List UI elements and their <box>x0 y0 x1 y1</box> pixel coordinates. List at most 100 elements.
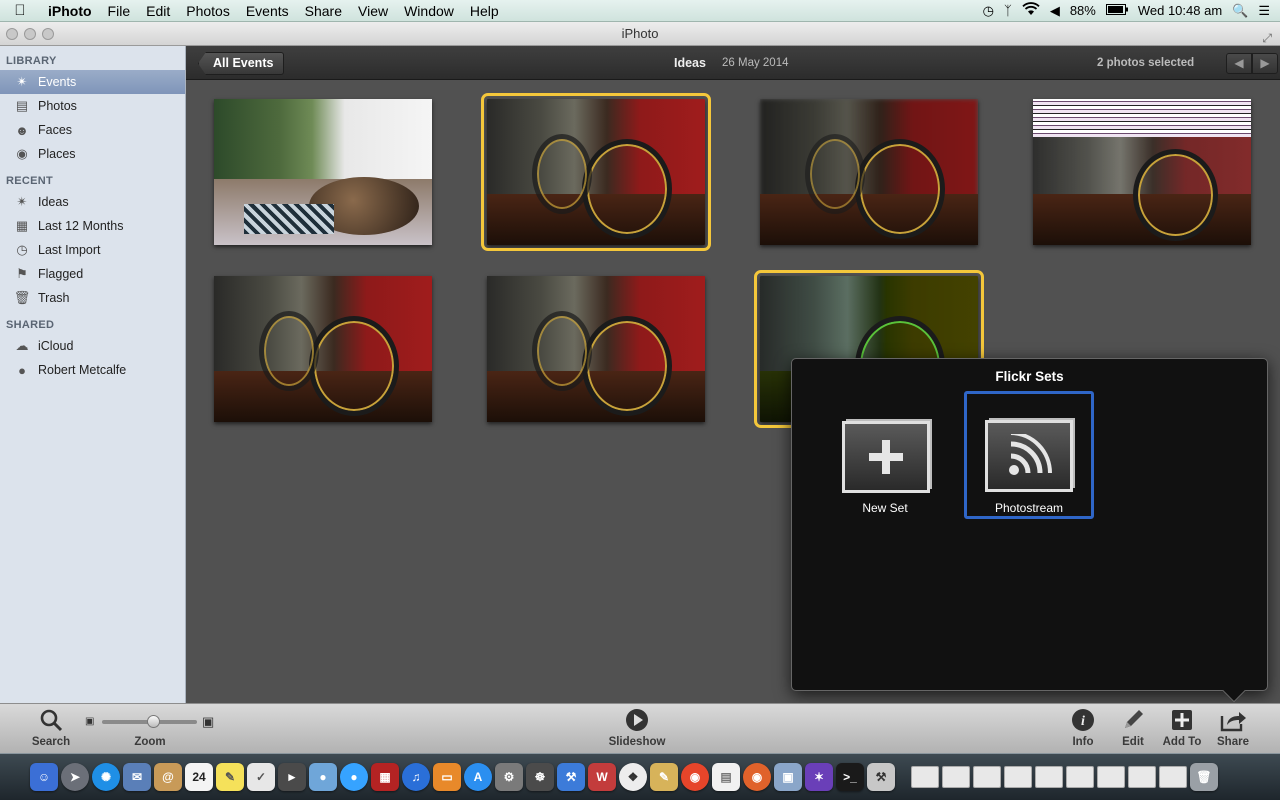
time-machine-icon[interactable]: ◷ <box>983 3 994 19</box>
sidebar-item-last-12-months[interactable]: ▦ Last 12 Months <box>0 214 185 238</box>
photo-thumbnail[interactable] <box>214 99 432 245</box>
menu-share[interactable]: Share <box>297 3 350 19</box>
rss-feed-icon <box>985 420 1073 492</box>
clock[interactable]: Wed 10:48 am <box>1138 3 1222 18</box>
photo-thumbnail[interactable] <box>1033 99 1251 245</box>
app-store-icon[interactable]: A <box>464 763 492 791</box>
facetime-icon[interactable]: ► <box>278 763 306 791</box>
graphics-app-icon[interactable]: ✎ <box>650 763 678 791</box>
mail-icon[interactable]: ✉ <box>123 763 151 791</box>
calendar-app-icon[interactable]: 24 <box>185 763 213 791</box>
menu-app-name[interactable]: iPhoto <box>40 3 100 19</box>
sidebar-item-label: Robert Metcalfe <box>38 363 127 377</box>
preview-icon[interactable]: ▣ <box>774 763 802 791</box>
slideshow-button[interactable]: Slideshow <box>600 708 674 748</box>
next-event-button[interactable]: ▶ <box>1252 53 1278 74</box>
info-button[interactable]: i Info <box>1064 708 1102 748</box>
sidebar-item-ideas[interactable]: ✴ Ideas <box>0 190 185 214</box>
dock-document-icon[interactable] <box>1004 766 1032 788</box>
event-bar: All Events Ideas 26 May 2014 2 photos se… <box>186 46 1280 80</box>
terminal-icon[interactable]: >_ <box>836 763 864 791</box>
battery-percent[interactable]: 88% <box>1070 3 1096 18</box>
document-icon[interactable]: ▤ <box>712 763 740 791</box>
contacts-icon[interactable]: @ <box>154 763 182 791</box>
sidebar-item-icloud[interactable]: ☁ iCloud <box>0 334 185 358</box>
photo-booth-icon[interactable]: ● <box>309 763 337 791</box>
photo-album-icon[interactable]: ▦ <box>371 763 399 791</box>
safari-icon[interactable]: ✺ <box>92 763 120 791</box>
search-button[interactable]: Search <box>28 708 74 748</box>
imovie-icon[interactable]: ✶ <box>805 763 833 791</box>
photostream-tile[interactable]: Photostream <box>964 391 1094 519</box>
photo-thumbnail-selected[interactable] <box>481 93 711 251</box>
reminders-icon[interactable]: ✓ <box>247 763 275 791</box>
sidebar-header-library: LIBRARY <box>6 55 57 67</box>
system-preferences-icon[interactable]: ⚙ <box>495 763 523 791</box>
photos-icon: ▤ <box>15 98 29 113</box>
dock-document-icon[interactable] <box>973 766 1001 788</box>
sidebar-item-flagged[interactable]: ⚑ Flagged <box>0 262 185 286</box>
dock-document-icon[interactable] <box>1097 766 1125 788</box>
dock-document-icon[interactable] <box>1035 766 1063 788</box>
close-window-button[interactable] <box>6 28 18 40</box>
all-events-button[interactable]: All Events <box>198 52 285 75</box>
zoom-slider[interactable]: ▣ ▣ <box>85 714 220 730</box>
window-title: iPhoto <box>621 26 659 41</box>
firefox-icon[interactable]: ◉ <box>743 763 771 791</box>
menu-photos[interactable]: Photos <box>178 3 238 19</box>
zoom-window-button[interactable] <box>42 28 54 40</box>
add-to-button[interactable]: Add To <box>1158 708 1206 748</box>
sidebar-item-last-import[interactable]: ◷ Last Import <box>0 238 185 262</box>
wifi-icon[interactable] <box>1022 2 1040 19</box>
itunes-icon[interactable]: ♫ <box>402 763 430 791</box>
photo-thumbnail[interactable] <box>760 99 978 245</box>
clock-icon: ◷ <box>16 242 28 257</box>
sidebar-item-trash[interactable]: 🗑 Trash <box>0 286 185 310</box>
dock-folder-icon[interactable] <box>911 766 939 788</box>
trash-bin-icon[interactable]: 🗑 <box>1190 763 1218 791</box>
menu-view[interactable]: View <box>350 3 396 19</box>
dock-document-icon[interactable] <box>1066 766 1094 788</box>
edit-label: Edit <box>1122 736 1144 748</box>
dock-document-icon[interactable] <box>1128 766 1156 788</box>
utility-icon[interactable]: ⚒ <box>867 763 895 791</box>
spotlight-search-icon[interactable]: 🔍 <box>1232 3 1248 19</box>
volume-icon[interactable]: ◀ <box>1050 3 1060 19</box>
zoom-knob[interactable] <box>147 715 161 728</box>
xcode-icon[interactable]: ⚒ <box>557 763 585 791</box>
sidebar-item-label: Places <box>38 147 76 161</box>
menu-window[interactable]: Window <box>396 3 462 19</box>
notification-center-icon[interactable]: ☰ <box>1258 3 1270 19</box>
launchpad-icon[interactable]: ➤ <box>61 763 89 791</box>
web-app-icon[interactable]: W <box>588 763 616 791</box>
sidebar-item-photos[interactable]: ▤ Photos <box>0 94 185 118</box>
sidebar-item-places[interactable]: ◉ Places <box>0 142 185 166</box>
new-set-tile[interactable]: New Set <box>820 391 950 519</box>
minimize-window-button[interactable] <box>24 28 36 40</box>
sidebar-item-faces[interactable]: ☻ Faces <box>0 118 185 142</box>
ibooks-icon[interactable]: ▭ <box>433 763 461 791</box>
menu-events[interactable]: Events <box>238 3 297 19</box>
edit-button[interactable]: Edit <box>1114 708 1152 748</box>
chrome-icon[interactable]: ◉ <box>681 763 709 791</box>
small-photo-icon: ▣ <box>85 716 95 727</box>
share-button[interactable]: Share <box>1212 708 1254 748</box>
menu-help[interactable]: Help <box>462 3 507 19</box>
finder-icon[interactable]: ☺ <box>30 763 58 791</box>
notes-icon[interactable]: ✎ <box>216 763 244 791</box>
sidebar-item-robert-metcalfe[interactable]: ● Robert Metcalfe <box>0 358 185 382</box>
menu-edit[interactable]: Edit <box>138 3 178 19</box>
app-icon[interactable]: ❖ <box>619 763 647 791</box>
bluetooth-icon[interactable]: ᛉ <box>1004 3 1012 18</box>
messages-icon[interactable]: ● <box>340 763 368 791</box>
sidebar-item-events[interactable]: ✴ Events <box>0 70 185 94</box>
previous-event-button[interactable]: ◀ <box>1226 53 1252 74</box>
menu-file[interactable]: File <box>100 3 139 19</box>
photo-thumbnail[interactable] <box>487 276 705 422</box>
dock-document-icon[interactable] <box>942 766 970 788</box>
photo-thumbnail[interactable] <box>214 276 432 422</box>
dock-document-icon[interactable] <box>1159 766 1187 788</box>
battery-icon[interactable] <box>1105 3 1128 18</box>
gimp-icon[interactable]: ☸ <box>526 763 554 791</box>
apple-menu-icon[interactable]:  <box>0 2 40 19</box>
